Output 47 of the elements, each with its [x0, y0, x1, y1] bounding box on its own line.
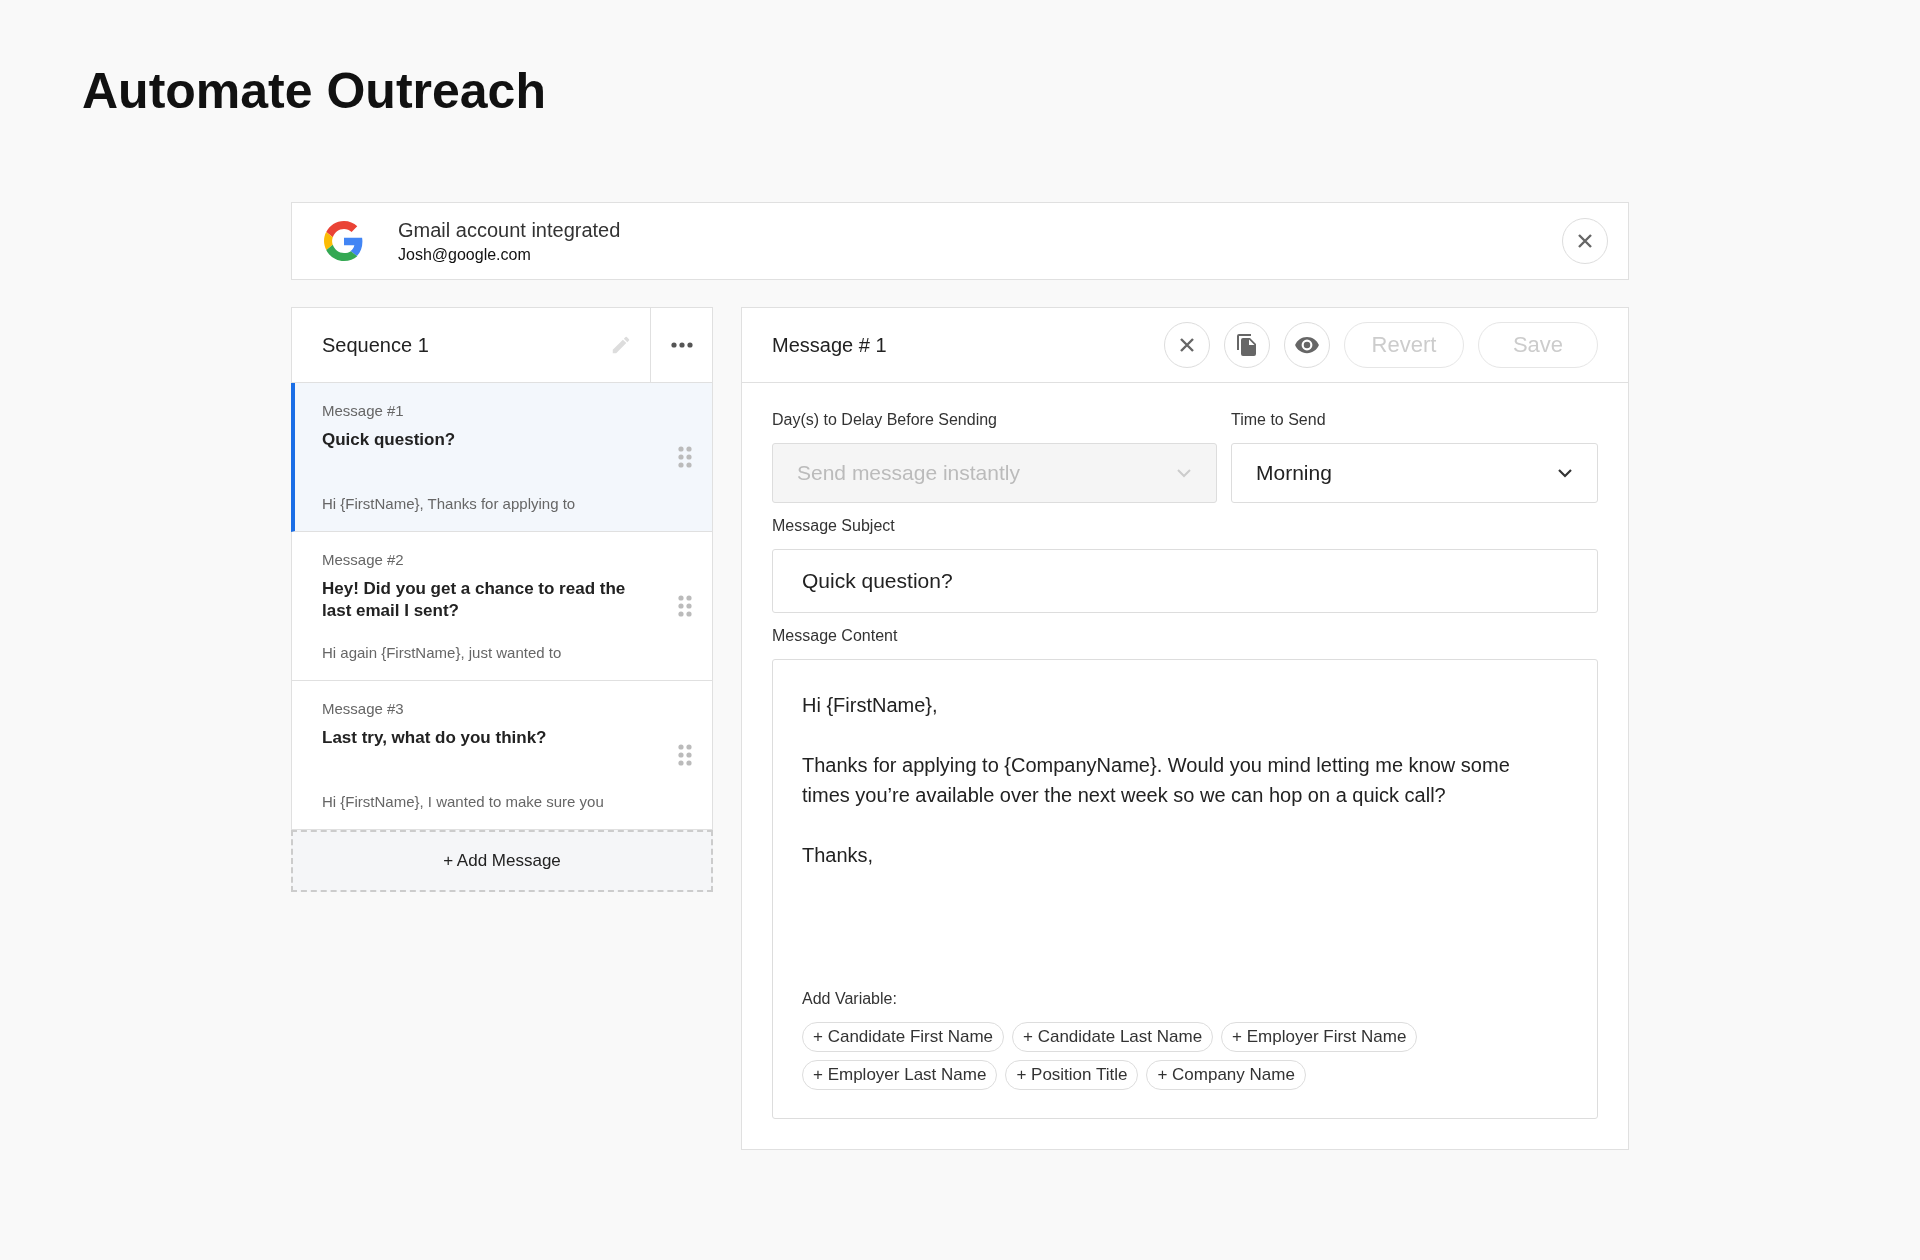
content-paragraph: Thanks for applying to {CompanyName}. Would you mind letting me know some times you’re available over the next week so we can hop on a quick call? [802, 753, 1511, 808]
message-label: Message #3 [322, 700, 404, 717]
message-label: Message #2 [322, 551, 404, 568]
google-logo-icon [324, 221, 364, 261]
editor-title: Message # 1 [772, 333, 888, 357]
message-item[interactable]: Message #2 Hey! Did you get a chance to read the last email I sent? Hi again {FirstName}, just wanted to [291, 532, 713, 681]
sequence-title: Sequence 1 [322, 333, 430, 357]
copy-icon [1235, 333, 1259, 357]
close-button[interactable] [1164, 322, 1210, 368]
drag-handle-icon[interactable] [678, 744, 692, 766]
page-title: Automate Outreach [82, 62, 546, 120]
account-title: Gmail account integrated [398, 218, 621, 242]
message-preview: Hi {FirstName}, I wanted to make sure you [322, 793, 604, 810]
message-subject: Hey! Did you get a chance to read the last email I sent? [322, 578, 627, 622]
variable-chip[interactable]: + Candidate Last Name [1012, 1022, 1214, 1052]
content-paragraph: Thanks, [802, 843, 875, 868]
message-content-field[interactable] [772, 659, 1598, 1119]
field-label: Day(s) to Delay Before Sending [772, 411, 997, 429]
content-paragraph: Hi {FirstName}, [802, 693, 939, 718]
message-item[interactable]: Message #3 Last try, what do you think? Hi {FirstName}, I wanted to make sure you [291, 681, 713, 830]
drag-handle-icon[interactable] [678, 595, 692, 617]
message-preview: Hi again {FirstName}, just wanted to [322, 644, 562, 661]
variable-chip[interactable]: + Position Title [1005, 1060, 1139, 1090]
variable-chip[interactable]: + Candidate First Name [802, 1022, 1004, 1052]
copy-button[interactable] [1224, 322, 1270, 368]
preview-button[interactable] [1284, 322, 1330, 368]
field-label: Message Subject [772, 517, 895, 535]
add-message-button[interactable]: + Add Message [291, 830, 713, 892]
time-dropdown[interactable]: Morning [1231, 443, 1598, 503]
message-subject: Quick question? [322, 429, 456, 451]
chevron-down-icon [1176, 468, 1192, 478]
close-button[interactable] [1562, 218, 1608, 264]
message-item[interactable]: Message #1 Quick question? Hi {FirstName}, Thanks for applying to [291, 383, 713, 532]
chevron-down-icon [1557, 468, 1573, 478]
subject-field[interactable]: Quick question? [772, 549, 1598, 613]
variable-chip[interactable]: + Employer Last Name [802, 1060, 998, 1090]
field-label: Message Content [772, 627, 898, 645]
drag-handle-icon[interactable] [678, 446, 692, 468]
message-subject: Last try, what do you think? [322, 727, 547, 749]
variable-chip[interactable]: + Employer First Name [1221, 1022, 1418, 1052]
variable-chip[interactable]: + Company Name [1146, 1060, 1306, 1090]
account-email: Josh@google.com [398, 245, 531, 264]
message-preview: Hi {FirstName}, Thanks for applying to [322, 495, 576, 512]
message-label: Message #1 [322, 402, 404, 419]
more-icon [669, 341, 694, 349]
field-label: Time to Send [1231, 411, 1326, 429]
add-variable-label: Add Variable: [802, 990, 897, 1008]
